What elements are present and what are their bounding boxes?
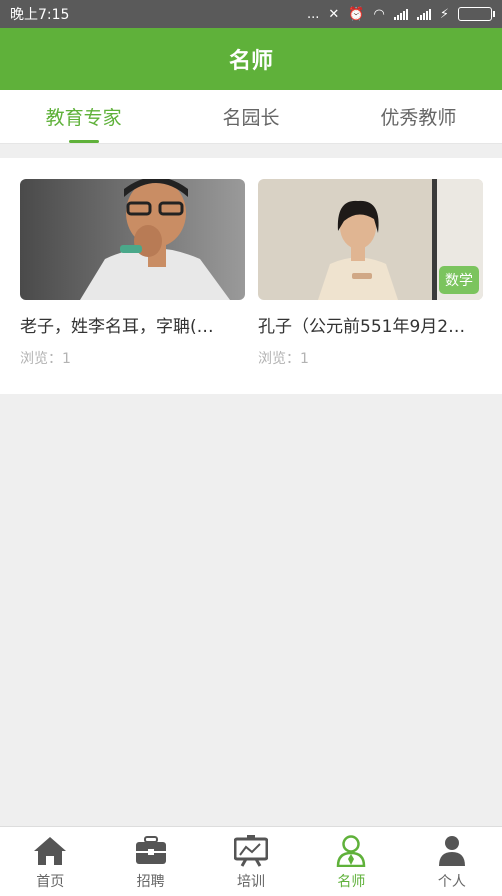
battery-icon — [458, 7, 495, 21]
status-icons: ... ✕ ⏰ ◠ ⚡ — [307, 6, 495, 22]
mute-icon: ✕ — [328, 6, 340, 22]
nav-label: 招聘 — [136, 874, 165, 890]
status-dots: ... — [307, 6, 320, 22]
nav-profile[interactable]: 个人 — [402, 827, 502, 896]
nav-recruit[interactable]: 招聘 — [100, 827, 200, 896]
home-icon — [32, 833, 68, 869]
wifi-icon: ◠ — [373, 6, 385, 22]
tab-excellent-teachers[interactable]: 优秀教师 — [335, 90, 502, 143]
card-image — [20, 179, 245, 300]
nav-label: 首页 — [36, 874, 65, 890]
signal-icon — [393, 8, 408, 20]
view-count: 浏览：1 — [258, 351, 309, 367]
teacher-card[interactable]: 老子，姓李名耳，字聃(… 浏览：1 — [20, 179, 245, 368]
tab-education-experts[interactable]: 教育专家 — [0, 90, 167, 143]
card-image: 数学 — [258, 179, 483, 300]
tab-bar: 教育专家 名园长 优秀教师 — [0, 90, 502, 144]
nav-training[interactable]: 培训 — [201, 827, 301, 896]
nav-teachers[interactable]: 名师 — [301, 827, 401, 896]
nav-label: 名师 — [337, 874, 366, 890]
status-time: 晚上7:15 — [10, 7, 70, 23]
signal-icon — [416, 8, 431, 20]
teacher-icon — [333, 833, 369, 869]
nav-home[interactable]: 首页 — [0, 827, 100, 896]
teacher-card[interactable]: 数学 孔子（公元前551年9月2… 浏览：1 — [258, 179, 483, 368]
alarm-icon: ⏰ — [348, 6, 365, 22]
charging-icon: ⚡ — [439, 6, 449, 22]
presentation-board-icon — [233, 833, 269, 869]
view-count: 浏览：1 — [20, 351, 71, 367]
person-icon — [434, 833, 470, 869]
page-title: 名师 — [228, 49, 273, 74]
status-bar: 晚上7:15 ... ✕ ⏰ ◠ ⚡ — [0, 0, 502, 28]
nav-label: 培训 — [237, 874, 266, 890]
card-title: 孔子（公元前551年9月2… — [258, 317, 466, 337]
card-grid: 老子，姓李名耳，字聃(… 浏览：1 数学 孔子（公元前551年9月2… 浏览：1 — [0, 158, 502, 394]
tab-principals[interactable]: 名园长 — [167, 90, 334, 143]
card-title: 老子，姓李名耳，字聃(… — [20, 317, 214, 337]
briefcase-icon — [133, 833, 169, 869]
bottom-nav: 首页 招聘 培训 名师 个人 — [0, 826, 502, 896]
nav-label: 个人 — [437, 874, 466, 890]
header: 名师 — [0, 28, 502, 90]
subject-tag: 数学 — [439, 266, 479, 294]
